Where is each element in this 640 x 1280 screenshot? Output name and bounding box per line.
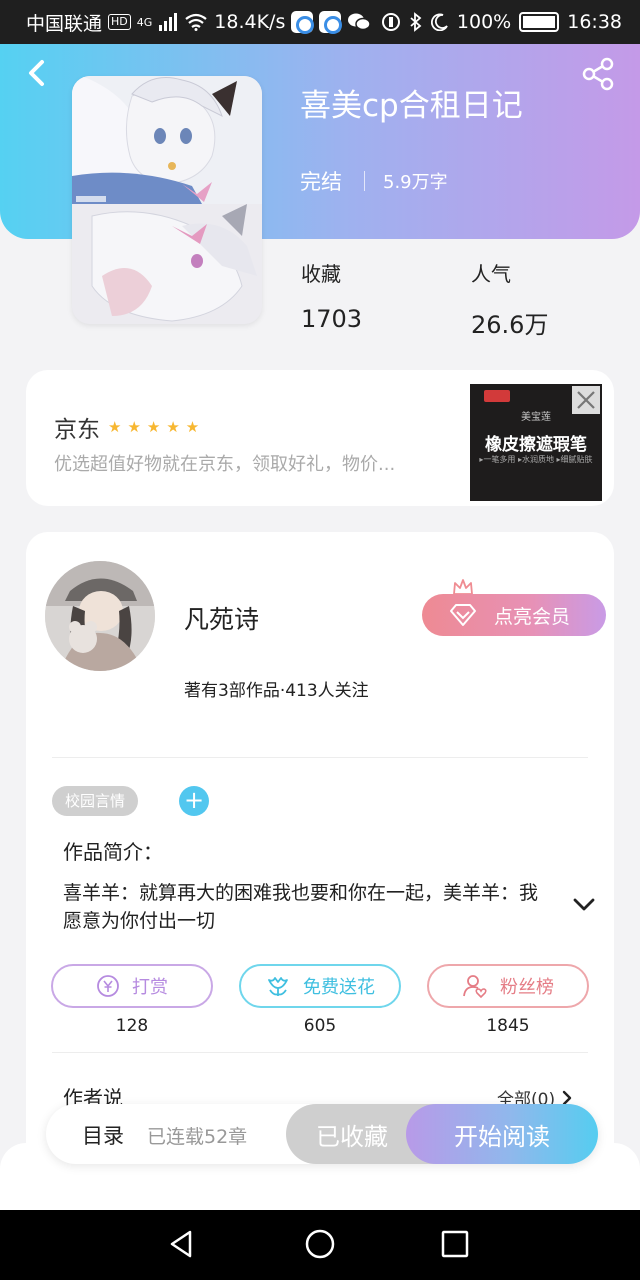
- battery-percent: 100%: [456, 11, 512, 33]
- send-flower-button[interactable]: 免费送花: [239, 964, 401, 1008]
- moon-icon: [430, 13, 448, 31]
- wifi-icon: [185, 13, 207, 31]
- avatar[interactable]: [45, 561, 155, 671]
- back-icon[interactable]: [22, 56, 52, 90]
- fans-rank-label: 粉丝榜: [500, 977, 554, 998]
- favorites-value: 1703: [301, 305, 363, 333]
- add-tag-icon[interactable]: +: [179, 786, 209, 816]
- genre-tag[interactable]: 校园言情: [52, 786, 139, 816]
- ad-logo-icon: [484, 390, 510, 402]
- reward-count: 128: [115, 1016, 149, 1036]
- nav-recents-icon[interactable]: [437, 1226, 473, 1262]
- status-bar: 中国联通 HD 4G 18.4K/s 100% 16:38: [0, 0, 640, 44]
- ad-brand: 京东 ★★★★★: [54, 410, 205, 444]
- book-cover[interactable]: [72, 76, 262, 324]
- hd-badge: HD: [108, 14, 131, 30]
- ad-brand-name: 京东: [54, 417, 100, 443]
- app-notification-icon: [319, 11, 343, 34]
- book-status: 完结: [300, 170, 342, 194]
- clock: 16:38: [567, 11, 622, 33]
- start-reading-button[interactable]: 开始阅读: [406, 1104, 598, 1164]
- chapter-count: 已连载52章: [147, 1126, 248, 1148]
- toc-button[interactable]: 目录: [82, 1120, 124, 1150]
- nav-back-icon[interactable]: [164, 1226, 200, 1262]
- meta-divider: [364, 171, 365, 191]
- fans-rank-button[interactable]: 粉丝榜: [427, 964, 589, 1008]
- ad-image-tags: ▸一笔多用 ▸水润质地 ▸细腻贴肤: [479, 455, 593, 464]
- word-count: 5.9万字: [383, 172, 448, 193]
- share-icon[interactable]: [580, 56, 616, 92]
- popularity-stat: 人气 26.6万: [471, 258, 548, 340]
- intro-label: 作品简介：: [63, 840, 163, 864]
- intro-text: 喜羊羊：就算再大的困难我也要和你在一起，美羊羊：我愿意为你付出一切: [63, 882, 539, 932]
- fan-icon: [463, 975, 487, 999]
- divider: [52, 757, 588, 758]
- battery-icon: [519, 12, 560, 32]
- favorites-stat: 收藏 1703: [301, 258, 362, 333]
- favorites-label: 收藏: [301, 262, 341, 286]
- network-type: 4G: [136, 15, 153, 29]
- yuan-icon: [97, 975, 119, 997]
- bluetooth-icon: [410, 12, 422, 32]
- wechat-icon: [348, 13, 372, 31]
- divider: [52, 1052, 588, 1053]
- book-title: 喜美cp合租日记: [300, 88, 523, 124]
- flower-count: 605: [303, 1016, 337, 1036]
- app-notification-icon: [291, 11, 315, 34]
- send-flower-label: 免费送花: [303, 977, 375, 998]
- signal-icon: [159, 13, 178, 31]
- reward-label: 打赏: [132, 977, 168, 998]
- diamond-icon: [450, 604, 476, 626]
- chevron-down-icon[interactable]: [572, 895, 596, 913]
- star-rating: ★★★★★: [108, 418, 206, 436]
- popularity-label: 人气: [471, 262, 511, 286]
- nav-home-icon[interactable]: [302, 1226, 338, 1262]
- popularity-value: 26.6万: [471, 311, 549, 339]
- ad-description: 优选超值好物就在京东，领取好礼，物价...: [54, 454, 396, 475]
- vip-button[interactable]: 点亮会员: [422, 594, 606, 636]
- book-meta: 完结 5.9万字: [300, 166, 448, 196]
- ad-card[interactable]: 京东 ★★★★★ 优选超值好物就在京东，领取好礼，物价... 美宝莲 橡皮擦遮瑕…: [26, 370, 614, 506]
- author-name[interactable]: 凡苑诗: [184, 600, 259, 636]
- carrier-text: 中国联通: [26, 12, 103, 35]
- author-info: 著有3部作品·413人关注: [184, 681, 369, 701]
- vip-label: 点亮会员: [494, 605, 571, 628]
- vibrate-icon: [381, 13, 400, 31]
- ad-image-title: 橡皮擦遮瑕笔: [485, 435, 587, 455]
- flower-icon: [268, 977, 288, 996]
- fans-count: 1845: [486, 1016, 530, 1036]
- reward-button[interactable]: 打赏: [51, 964, 213, 1008]
- network-speed: 18.4K/s: [214, 11, 286, 33]
- close-icon[interactable]: [572, 386, 600, 414]
